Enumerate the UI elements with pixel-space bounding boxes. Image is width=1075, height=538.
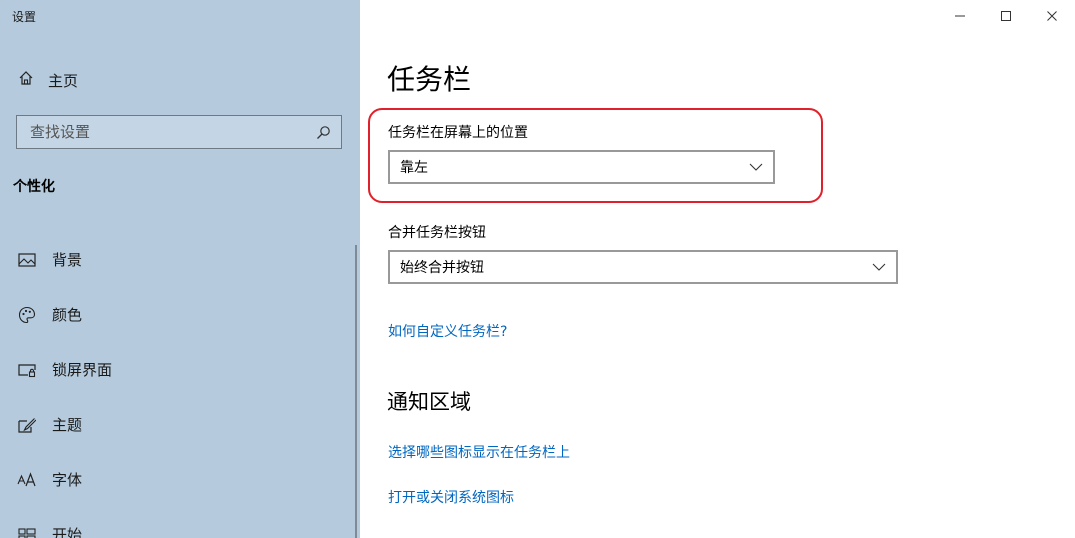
select-icons-link[interactable]: 选择哪些图标显示在任务栏上 bbox=[388, 442, 570, 462]
sidebar-item-fonts[interactable]: 字体 bbox=[0, 452, 345, 507]
sidebar-scrollbar[interactable] bbox=[355, 245, 357, 538]
section-heading: 个性化 bbox=[13, 179, 55, 195]
sidebar-item-label: 主题 bbox=[52, 416, 83, 434]
sidebar-item-background[interactable]: 背景 bbox=[0, 232, 345, 287]
palette-icon bbox=[17, 305, 37, 325]
sidebar-item-label: 背景 bbox=[52, 251, 83, 269]
sidebar-item-start[interactable]: 开始 bbox=[0, 507, 345, 538]
sidebar-nav: 背景 颜色 锁屏界面 主题 字体 开始 bbox=[0, 232, 345, 538]
dropdown-value: 靠左 bbox=[400, 160, 428, 176]
picture-icon bbox=[17, 250, 37, 270]
sidebar-item-colors[interactable]: 颜色 bbox=[0, 287, 345, 342]
start-menu-icon bbox=[17, 525, 37, 538]
search-box bbox=[16, 115, 342, 149]
lock-screen-icon bbox=[17, 360, 37, 380]
sidebar: 设置 主页 个性化 bbox=[0, 0, 360, 538]
sidebar-item-home[interactable]: 主页 bbox=[18, 68, 78, 92]
sidebar-item-label: 锁屏界面 bbox=[52, 361, 113, 379]
chevron-down-icon bbox=[872, 262, 886, 272]
home-icon bbox=[18, 70, 34, 90]
app-title: 设置 bbox=[12, 10, 37, 24]
system-icons-link[interactable]: 打开或关闭系统图标 bbox=[388, 487, 514, 507]
main-content: 任务栏 任务栏在屏幕上的位置 靠左 合并任务栏按钮 始终合并按钮 如何自定义任务… bbox=[360, 0, 1075, 538]
page-title: 任务栏 bbox=[387, 63, 472, 96]
customize-taskbar-link[interactable]: 如何自定义任务栏? bbox=[388, 321, 507, 341]
sidebar-item-label: 开始 bbox=[52, 526, 83, 538]
taskbar-position-label: 任务栏在屏幕上的位置 bbox=[388, 125, 528, 141]
theme-brush-icon bbox=[17, 415, 37, 435]
combine-buttons-label: 合并任务栏按钮 bbox=[388, 225, 486, 241]
sidebar-item-label: 颜色 bbox=[52, 306, 83, 324]
font-icon bbox=[17, 470, 37, 490]
dropdown-value: 始终合并按钮 bbox=[400, 260, 484, 276]
settings-window: 设置 主页 个性化 bbox=[0, 0, 1075, 538]
sidebar-item-lock-screen[interactable]: 锁屏界面 bbox=[0, 342, 345, 397]
chevron-down-icon bbox=[749, 162, 763, 172]
search-input[interactable] bbox=[30, 123, 315, 141]
taskbar-position-dropdown[interactable]: 靠左 bbox=[388, 150, 775, 184]
sidebar-item-label: 主页 bbox=[48, 71, 79, 90]
search-icon[interactable] bbox=[315, 124, 331, 140]
notification-area-heading: 通知区域 bbox=[387, 390, 471, 414]
sidebar-item-themes[interactable]: 主题 bbox=[0, 397, 345, 452]
combine-buttons-dropdown[interactable]: 始终合并按钮 bbox=[388, 250, 898, 284]
sidebar-item-label: 字体 bbox=[52, 471, 83, 489]
